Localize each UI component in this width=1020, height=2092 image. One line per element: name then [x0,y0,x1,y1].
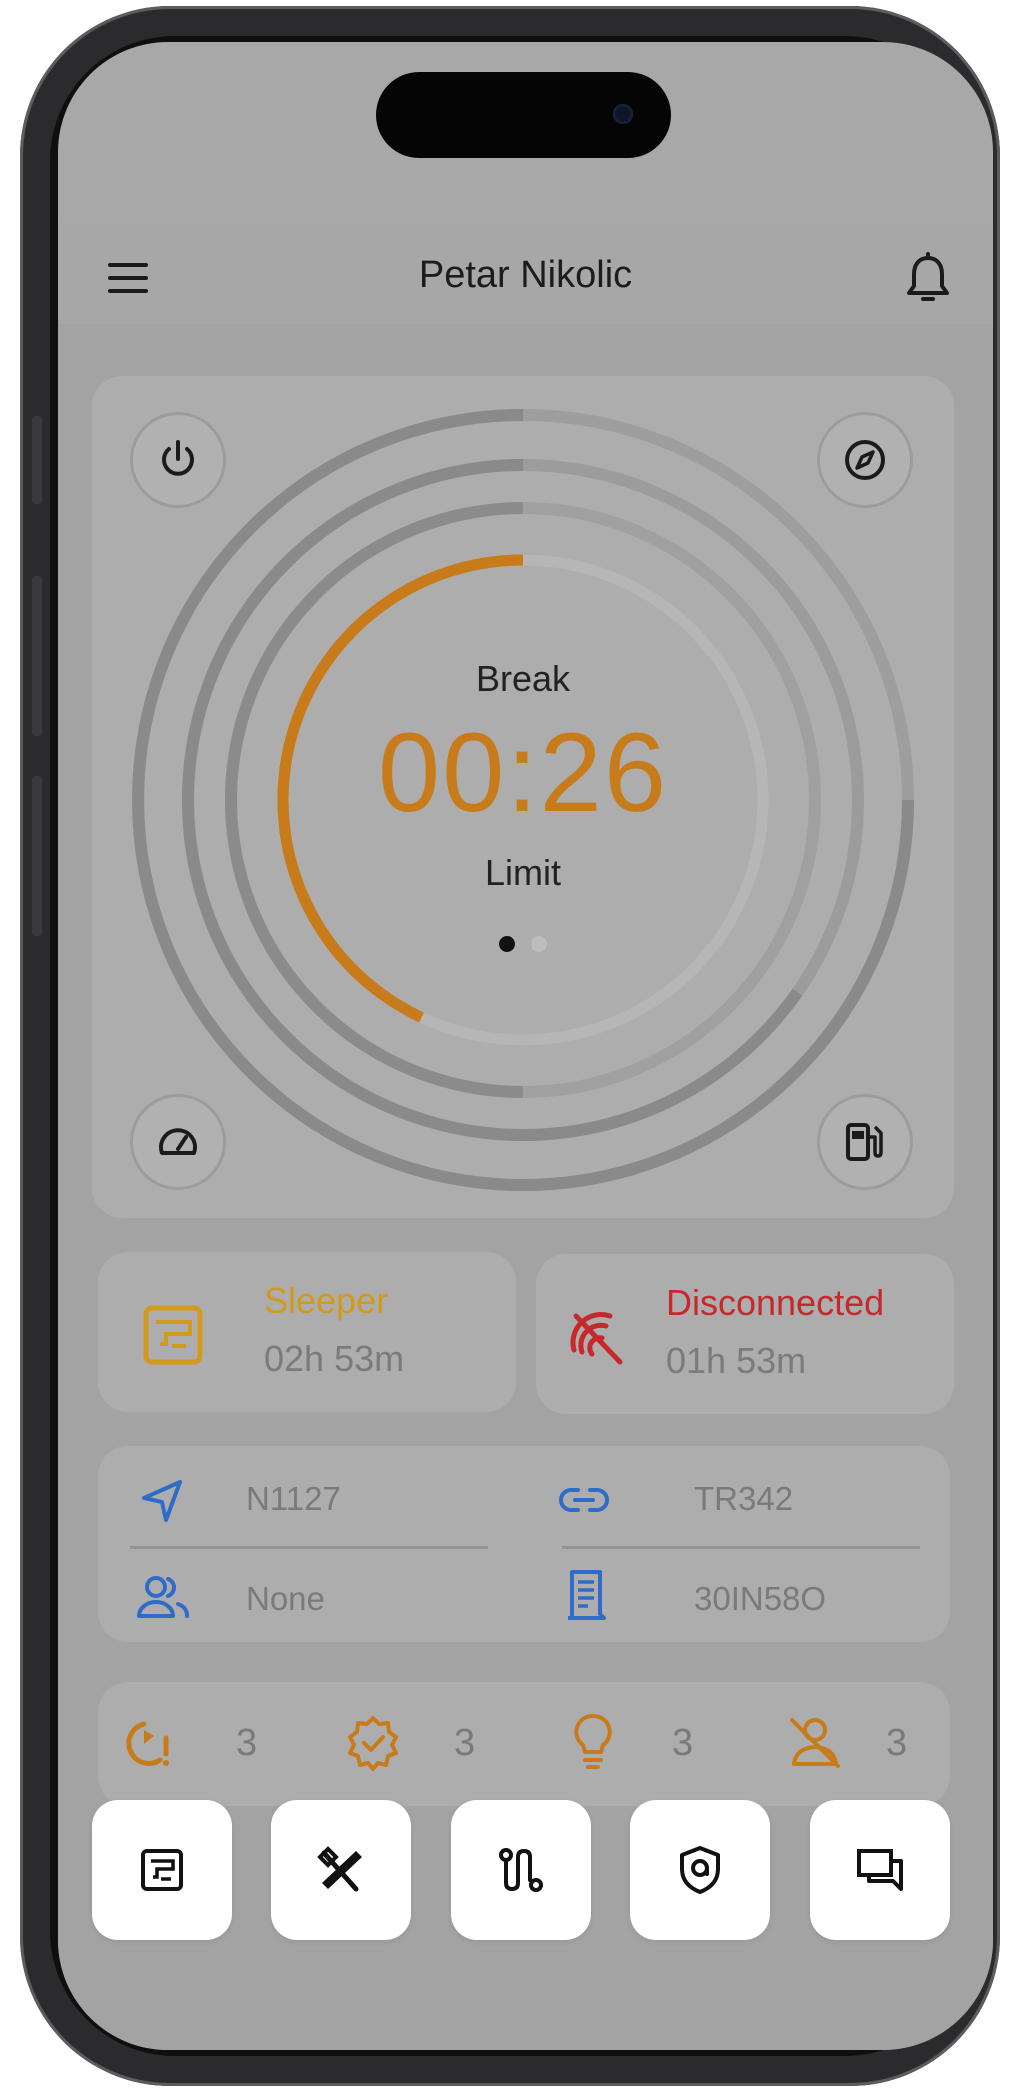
logbook-icon [141,1849,183,1891]
logbook-sleeper-icon [143,1305,203,1365]
info-divider [130,1546,488,1549]
counter-value: 3 [886,1722,908,1764]
route-icon [499,1848,543,1892]
link-icon [559,1488,609,1512]
gauge-top-label: Break [475,658,571,699]
codriver-value: None [246,1580,325,1617]
fuel-pump-icon [846,1123,883,1161]
location-value: N1127 [246,1480,341,1517]
info-divider [562,1546,920,1549]
tools-icon [317,1846,362,1892]
disconnected-label: Disconnected [666,1282,885,1323]
shield-icon [680,1846,720,1894]
vehicle-info-card: N1127 TR342 None 30IN58O [98,1446,950,1642]
nav-logbook-button[interactable] [92,1800,232,1940]
chat-icon [857,1849,903,1891]
camera-dot [613,104,633,124]
signal-off-icon [570,1312,623,1365]
trailer-value: TR342 [694,1480,794,1517]
sleeper-status-card[interactable]: Sleeper 02h 53m [98,1252,516,1412]
document-icon [568,1570,606,1620]
timer-alert-icon[interactable] [120,1716,176,1772]
page-title: Petar Nikolic [418,254,633,296]
gauge-bottom-label: Limit [484,852,561,893]
nav-security-button[interactable] [630,1800,770,1940]
speedometer-icon [159,1128,197,1155]
app-header: Petar Nikolic [58,222,993,324]
lightbulb-icon[interactable] [568,1712,618,1772]
sleeper-label: Sleeper [264,1280,389,1321]
location-arrow-icon [142,1480,182,1522]
speedometer-button[interactable] [130,1094,226,1190]
duty-gauge-card: Break 00:26 Limit [92,376,954,1218]
nav-tools-button[interactable] [271,1800,411,1940]
nav-chat-button[interactable] [810,1800,950,1940]
nav-route-button[interactable] [451,1800,591,1940]
disconnected-status-card[interactable]: Disconnected 01h 53m [536,1254,954,1414]
person-off-icon[interactable] [786,1714,844,1772]
sleeper-duration: 02h 53m [264,1338,405,1379]
fuel-button[interactable] [817,1094,913,1190]
page-indicator [92,936,954,956]
badge-check-icon[interactable] [344,1714,402,1772]
dynamic-island [376,72,671,158]
counter-value: 3 [672,1722,694,1764]
power-icon [162,440,194,476]
gauge-timer: 00:26 [377,710,669,835]
side-button [32,416,42,504]
compass-button[interactable] [817,412,913,508]
counter-value: 3 [454,1722,476,1764]
alerts-counter-card: 3 3 3 3 [98,1682,950,1806]
bell-icon[interactable] [903,252,953,306]
page-dot[interactable] [530,936,547,952]
page-dot-active[interactable] [499,936,516,952]
counter-value: 3 [236,1722,258,1764]
side-button [32,576,42,736]
disconnected-duration: 01h 53m [666,1340,807,1381]
document-value: 30IN58O [694,1580,827,1617]
compass-icon [845,440,885,480]
power-button[interactable] [130,412,226,508]
codriver-icon [137,1576,189,1618]
side-button [32,776,42,936]
